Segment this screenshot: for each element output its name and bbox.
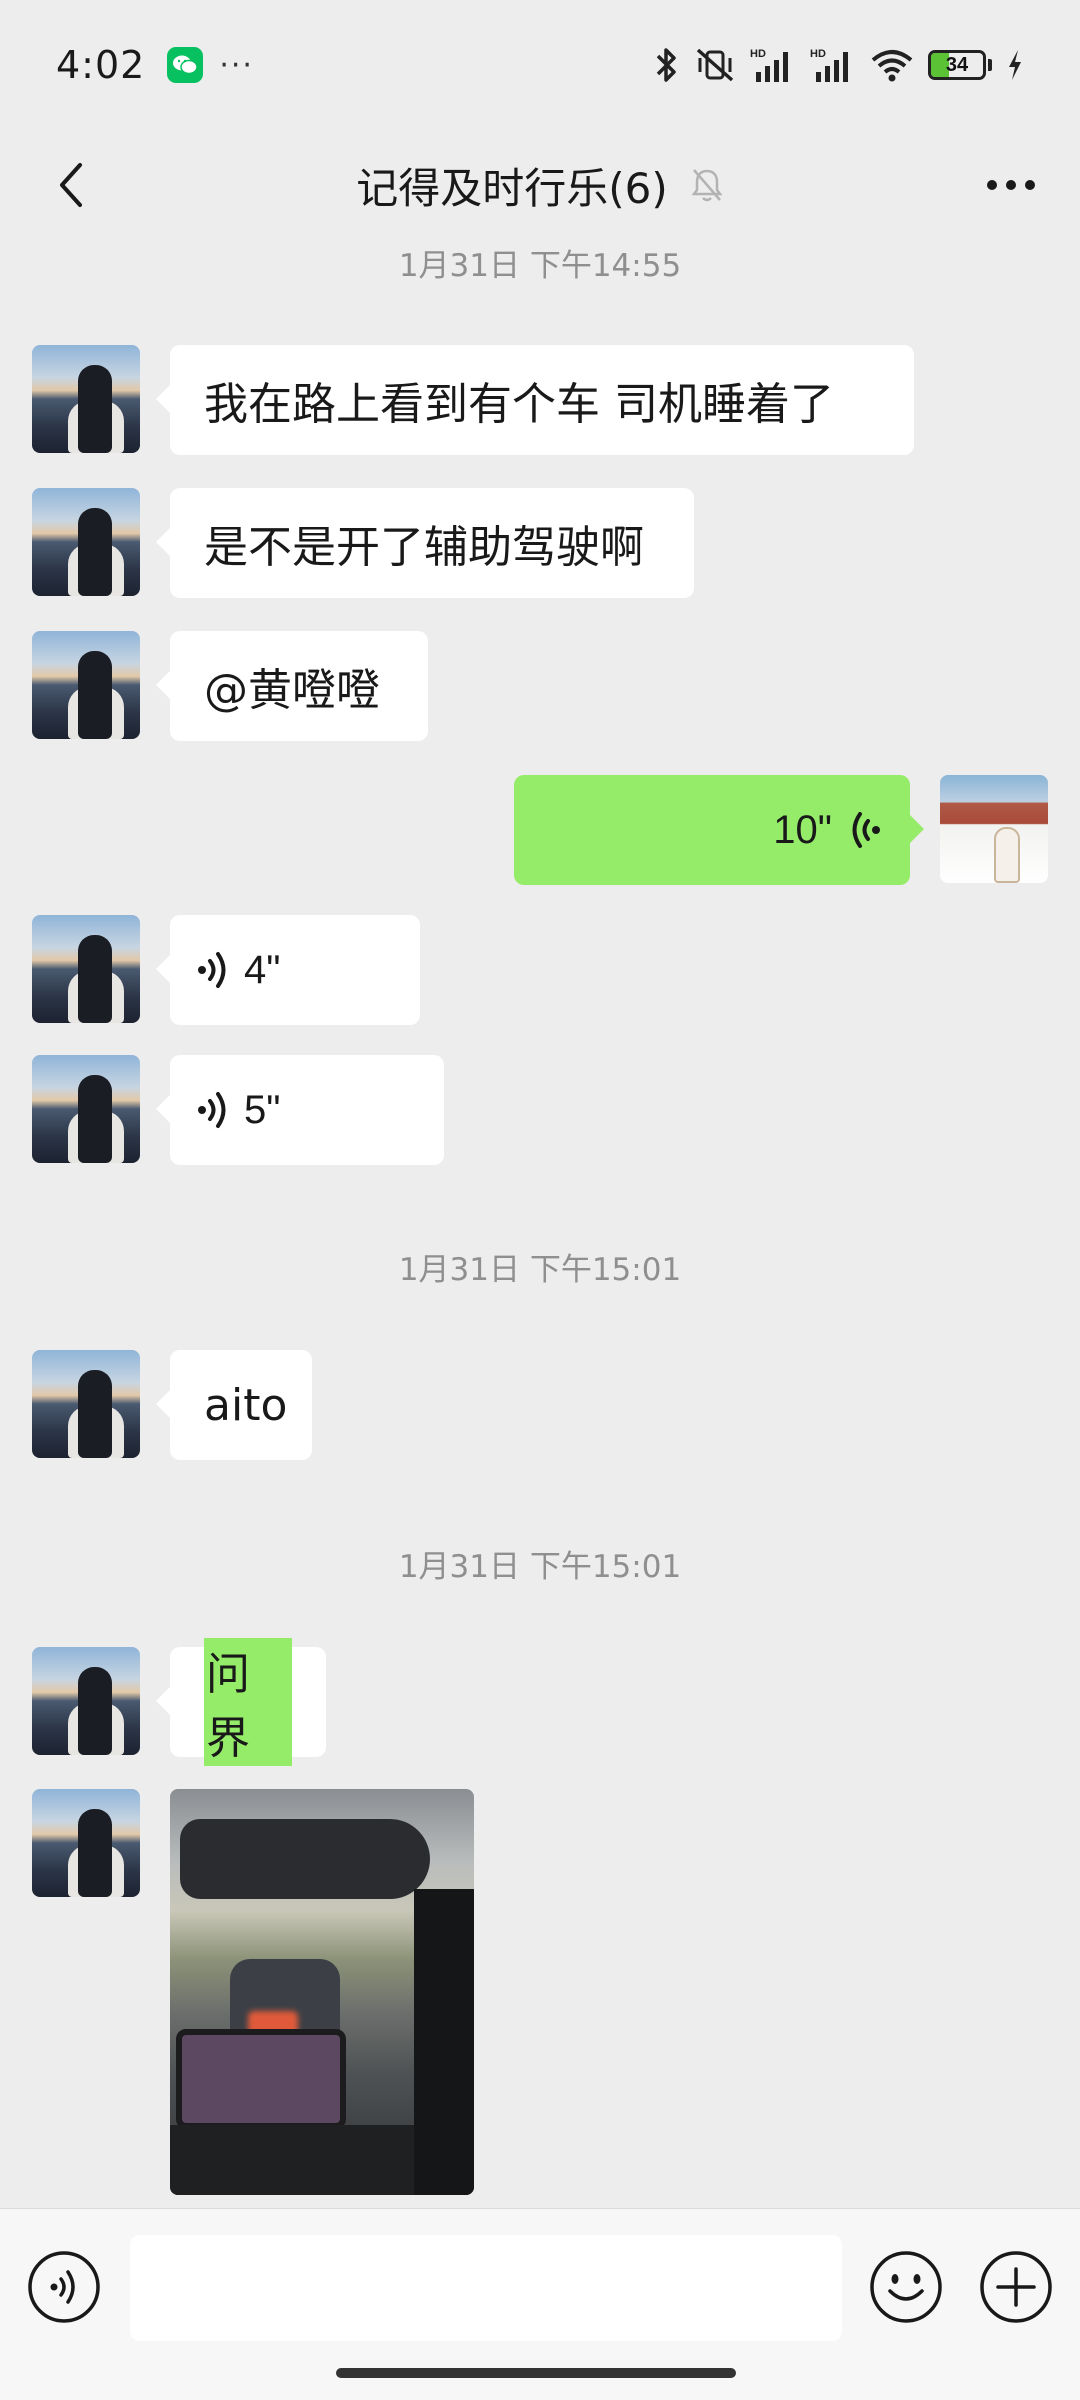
wifi-icon <box>870 46 914 84</box>
voice-message-bubble[interactable]: 5" <box>156 1055 444 1165</box>
message-bubble[interactable]: aito <box>156 1350 312 1460</box>
emoji-icon <box>870 2251 942 2323</box>
voice-message-bubble[interactable]: 10" <box>514 775 924 885</box>
emoji-button[interactable] <box>866 2247 946 2327</box>
message-text: 我在路上看到有个车 司机睡着了 <box>204 379 834 430</box>
back-button[interactable] <box>38 152 104 218</box>
message-timestamp: 1月31日 下午14:55 <box>398 248 682 284</box>
bell-muted-icon <box>690 166 724 204</box>
signal-icon: HD <box>750 46 796 84</box>
message-text: aito <box>204 1379 288 1431</box>
signal-icon: HD <box>810 46 856 84</box>
sender-avatar[interactable] <box>32 1350 140 1458</box>
plus-circle-icon <box>980 2251 1052 2323</box>
voice-duration: 5" <box>244 1087 281 1132</box>
message-text: 是不是开了辅助驾驶啊 <box>204 522 644 573</box>
chevron-left-icon <box>60 163 82 207</box>
voice-wave-icon <box>850 810 884 850</box>
voice-duration: 10" <box>773 807 832 852</box>
sender-avatar[interactable] <box>32 1647 140 1755</box>
self-avatar[interactable] <box>940 775 1048 883</box>
message-bubble[interactable]: 我在路上看到有个车 司机睡着了 <box>156 345 914 455</box>
sender-avatar[interactable] <box>32 1789 140 1897</box>
voice-wave-icon <box>194 950 228 990</box>
more-options-button[interactable] <box>978 152 1044 218</box>
bluetooth-icon <box>654 46 680 84</box>
battery-level: 34 <box>945 53 969 76</box>
sender-avatar[interactable] <box>32 345 140 453</box>
mention-text: @黄噔噔 <box>204 665 380 716</box>
sender-avatar[interactable] <box>32 488 140 596</box>
home-indicator[interactable] <box>336 2368 736 2378</box>
chat-title: 记得及时行乐(6) <box>356 163 668 213</box>
battery-icon: 34 <box>928 50 992 80</box>
sender-avatar[interactable] <box>32 915 140 1023</box>
message-timestamp: 1月31日 下午15:01 <box>398 1549 682 1585</box>
status-icons: HD HD 34 <box>654 46 1024 84</box>
voice-input-icon <box>28 2251 100 2323</box>
message-timestamp: 1月31日 下午15:01 <box>398 1252 682 1288</box>
more-notifications-indicator: ··· <box>219 47 254 83</box>
message-bubble[interactable]: @黄噔噔 <box>156 631 428 741</box>
voice-message-bubble[interactable]: 4" <box>156 915 420 1025</box>
more-horizontal-icon <box>987 180 1035 190</box>
sender-avatar[interactable] <box>32 631 140 739</box>
voice-input-button[interactable] <box>24 2247 104 2327</box>
wechat-notification-icon <box>167 47 204 83</box>
svg-text:HD: HD <box>750 48 766 60</box>
chat-header: 记得及时行乐(6) <box>0 130 1080 240</box>
voice-wave-icon <box>194 1090 228 1130</box>
more-functions-button[interactable] <box>976 2247 1056 2327</box>
status-bar: 4:02 ··· HD HD 34 <box>0 0 1080 130</box>
vibrate-off-icon <box>694 46 736 84</box>
message-bubble[interactable]: 是不是开了辅助驾驶啊 <box>156 488 694 598</box>
message-input[interactable] <box>130 2235 842 2341</box>
voice-duration: 4" <box>244 947 281 992</box>
charging-icon <box>1006 48 1024 82</box>
svg-text:HD: HD <box>810 48 826 60</box>
sender-avatar[interactable] <box>32 1055 140 1163</box>
message-bubble[interactable]: 问界 <box>156 1638 326 1766</box>
highlighted-message-text: 问界 <box>204 1638 292 1766</box>
status-time: 4:02 <box>56 43 146 87</box>
image-message[interactable] <box>170 1789 474 2195</box>
